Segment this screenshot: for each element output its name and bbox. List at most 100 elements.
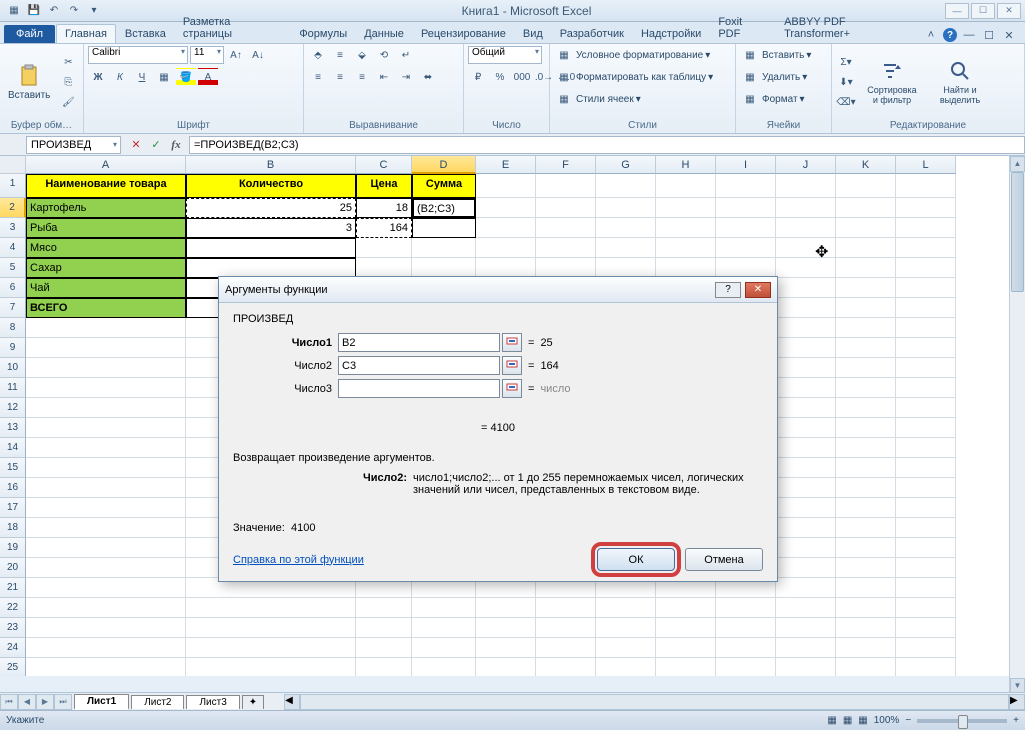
orientation-icon[interactable]: ⟲ (374, 46, 394, 64)
col-header-f[interactable]: F (536, 156, 596, 174)
cell-c1[interactable]: Цена (356, 174, 412, 198)
col-header-j[interactable]: J (776, 156, 836, 174)
percent-icon[interactable]: % (490, 68, 510, 86)
font-name-combo[interactable]: Calibri (88, 46, 188, 64)
format-cells-icon[interactable]: ▦ (740, 90, 760, 108)
cell-b1[interactable]: Количество (186, 174, 356, 198)
tab-foxit[interactable]: Foxit PDF (710, 13, 775, 43)
comma-icon[interactable]: 000 (512, 68, 532, 86)
cancel-formula-icon[interactable]: ✕ (127, 136, 145, 154)
sheet-tab-2[interactable]: Лист2 (131, 695, 184, 709)
align-right-icon[interactable]: ≡ (352, 68, 372, 86)
tab-insert[interactable]: Вставка (117, 25, 174, 43)
cell-b2[interactable]: 25 (186, 198, 356, 218)
tab-abbyy[interactable]: ABBYY PDF Transformer+ (776, 13, 922, 43)
tab-page-layout[interactable]: Разметка страницы (175, 13, 291, 43)
wb-restore-icon[interactable]: ☐ (981, 27, 997, 43)
format-table-icon[interactable]: ▦ (554, 68, 574, 86)
sheet-tab-1[interactable]: Лист1 (74, 694, 129, 710)
col-header-d[interactable]: D (412, 156, 476, 174)
border-icon[interactable]: ▦ (154, 68, 174, 86)
cut-icon[interactable]: ✂ (58, 53, 78, 71)
wb-close-icon[interactable]: ✕ (1001, 27, 1017, 43)
zoom-out-icon[interactable]: − (905, 715, 911, 726)
tab-data[interactable]: Данные (356, 25, 412, 43)
wb-minimize-icon[interactable]: — (961, 27, 977, 43)
undo-icon[interactable]: ↶ (46, 3, 62, 19)
col-header-b[interactable]: B (186, 156, 356, 174)
tab-review[interactable]: Рецензирование (413, 25, 514, 43)
sheet-nav-next-icon[interactable]: ▶ (36, 694, 54, 710)
align-top-icon[interactable]: ⬘ (308, 46, 328, 64)
ok-button[interactable]: ОК (597, 548, 675, 571)
shrink-font-icon[interactable]: A↓ (248, 46, 268, 64)
format-painter-icon[interactable]: 🖌 (58, 93, 78, 111)
name-box[interactable]: ПРОИЗВЕД (26, 136, 121, 154)
fill-color-icon[interactable]: 🪣 (176, 68, 196, 86)
col-header-l[interactable]: L (896, 156, 956, 174)
bold-icon[interactable]: Ж (88, 68, 108, 86)
help-icon[interactable]: ? (943, 28, 957, 42)
autosum-icon[interactable]: Σ▾ (836, 53, 856, 71)
hscroll-left-icon[interactable]: ◀ (284, 694, 300, 710)
find-select-button[interactable]: Найти и выделить (928, 55, 992, 109)
delete-cells-icon[interactable]: ▦ (740, 68, 760, 86)
insert-cells-icon[interactable]: ▦ (740, 46, 760, 64)
tab-view[interactable]: Вид (515, 25, 551, 43)
tab-addins[interactable]: Надстройки (633, 25, 709, 43)
tab-formulas[interactable]: Формулы (291, 25, 355, 43)
col-header-g[interactable]: G (596, 156, 656, 174)
cell-a1[interactable]: Наименование товара (26, 174, 186, 198)
close-button[interactable]: ✕ (997, 3, 1021, 19)
redo-icon[interactable]: ↷ (66, 3, 82, 19)
cell-c3[interactable]: 164 (356, 218, 412, 238)
file-tab[interactable]: Файл (4, 25, 55, 43)
cell-d3[interactable] (412, 218, 476, 238)
vertical-scrollbar[interactable]: ▲ ▼ (1009, 156, 1025, 694)
cell-a2[interactable]: Картофель (26, 198, 186, 218)
zoom-slider[interactable] (917, 719, 1007, 723)
zoom-in-icon[interactable]: + (1013, 715, 1019, 726)
grow-font-icon[interactable]: A↑ (226, 46, 246, 64)
arg1-ref-icon[interactable] (502, 333, 522, 352)
paste-button[interactable]: Вставить (4, 60, 54, 105)
merge-icon[interactable]: ⬌ (418, 68, 438, 86)
cell-a3[interactable]: Рыба (26, 218, 186, 238)
col-header-c[interactable]: C (356, 156, 412, 174)
align-left-icon[interactable]: ≡ (308, 68, 328, 86)
qat-dropdown-icon[interactable]: ▾ (86, 3, 102, 19)
wrap-text-icon[interactable]: ↵ (396, 46, 416, 64)
scroll-thumb[interactable] (1011, 172, 1024, 292)
sheet-nav-last-icon[interactable]: ⏭ (54, 694, 72, 710)
view-break-icon[interactable]: ▦ (858, 715, 867, 726)
align-bottom-icon[interactable]: ⬙ (352, 46, 372, 64)
row-header-2[interactable]: 2 (0, 198, 26, 218)
col-header-e[interactable]: E (476, 156, 536, 174)
formula-input[interactable]: =ПРОИЗВЕД(B2;C3) (189, 136, 1025, 154)
underline-icon[interactable]: Ч (132, 68, 152, 86)
cell-d2[interactable]: (B2;C3) (412, 198, 476, 218)
arg3-input[interactable] (338, 379, 500, 398)
save-icon[interactable]: 💾 (26, 3, 42, 19)
row-header-3[interactable]: 3 (0, 218, 26, 238)
arg2-input[interactable] (338, 356, 500, 375)
minimize-ribbon-icon[interactable]: ˄ (923, 27, 939, 43)
col-header-i[interactable]: I (716, 156, 776, 174)
arg1-input[interactable] (338, 333, 500, 352)
arg3-ref-icon[interactable] (502, 379, 522, 398)
maximize-button[interactable]: ☐ (971, 3, 995, 19)
cond-format-icon[interactable]: ▦ (554, 46, 574, 64)
view-normal-icon[interactable]: ▦ (827, 715, 836, 726)
dialog-close-icon[interactable]: ✕ (745, 282, 771, 298)
zoom-level[interactable]: 100% (874, 715, 900, 726)
arg2-ref-icon[interactable] (502, 356, 522, 375)
row-header-1[interactable]: 1 (0, 174, 26, 198)
fx-icon[interactable]: fx (167, 136, 185, 154)
cell-styles-icon[interactable]: ▦ (554, 90, 574, 108)
hscroll-right-icon[interactable]: ▶ (1009, 694, 1025, 710)
currency-icon[interactable]: ₽ (468, 68, 488, 86)
cell-d1[interactable]: Сумма (412, 174, 476, 198)
sheet-nav-prev-icon[interactable]: ◀ (18, 694, 36, 710)
function-help-link[interactable]: Справка по этой функции (233, 554, 364, 566)
minimize-button[interactable]: — (945, 3, 969, 19)
